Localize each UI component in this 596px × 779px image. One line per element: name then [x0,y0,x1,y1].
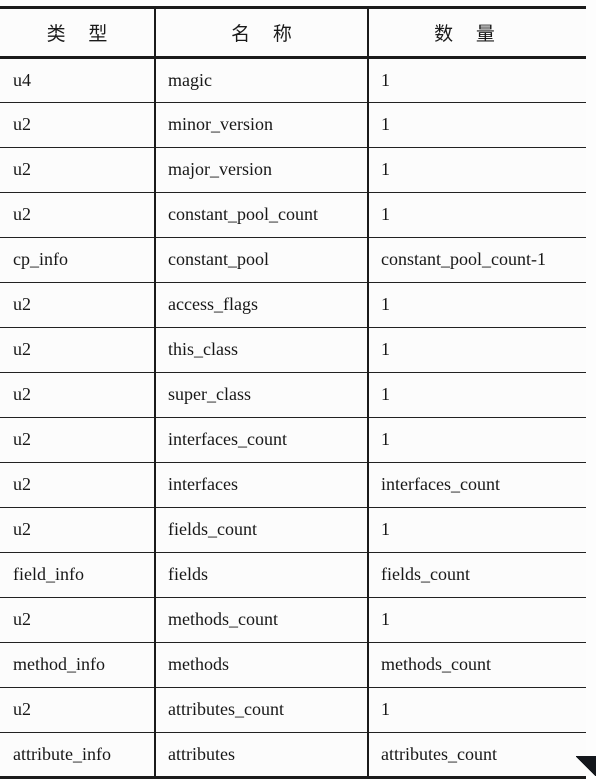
column-header-quantity: 数 量 [368,6,586,59]
cell-type: u4 [0,57,156,103]
table-row: u2 interfaces_count 1 [0,417,586,463]
table-row: u2 fields_count 1 [0,507,586,553]
cell-quantity: 1 [368,327,586,373]
cell-type: field_info [0,552,156,598]
cell-name: constant_pool_count [155,192,369,238]
table-row: u2 attributes_count 1 [0,687,586,733]
table-row: attribute_info attributes attributes_count [0,732,586,779]
cell-quantity: 1 [368,687,586,733]
cell-type: u2 [0,327,156,373]
cell-name: attributes [155,732,369,779]
cell-type: attribute_info [0,732,156,779]
cell-type: u2 [0,507,156,553]
table-row: field_info fields fields_count [0,552,586,598]
cell-type: u2 [0,417,156,463]
table-header: 类 型 名 称 数 量 [0,6,586,59]
cell-quantity: interfaces_count [368,462,586,508]
cell-name: this_class [155,327,369,373]
table-body: u4 magic 1 u2 minor_version 1 u2 major_version 1… [0,57,586,779]
cell-type: u2 [0,597,156,643]
scanned-page: 类 型 名 称 数 量 u4 magic 1 u2 minor_version 1 u2 ma… [0,0,596,779]
table-row: u2 super_class 1 [0,372,586,418]
cell-type: u2 [0,372,156,418]
table-row: u2 constant_pool_count 1 [0,192,586,238]
cell-type: u2 [0,687,156,733]
cell-quantity: constant_pool_count-1 [368,237,586,283]
cell-quantity: attributes_count [368,732,586,779]
table-row: u2 this_class 1 [0,327,586,373]
cell-quantity: 1 [368,507,586,553]
cell-name: major_version [155,147,369,193]
cell-name: interfaces_count [155,417,369,463]
cell-name: methods [155,642,369,688]
column-header-type: 类 型 [0,6,156,59]
cell-quantity: 1 [368,282,586,328]
column-header-name: 名 称 [155,6,369,59]
cell-quantity: methods_count [368,642,586,688]
class-file-structure-table: 类 型 名 称 数 量 u4 magic 1 u2 minor_version 1 u2 ma… [0,6,586,779]
table-row: u4 magic 1 [0,57,586,103]
cell-type: u2 [0,102,156,148]
cell-name: super_class [155,372,369,418]
cell-quantity: 1 [368,102,586,148]
cell-name: attributes_count [155,687,369,733]
table-row: method_info methods methods_count [0,642,586,688]
cell-name: interfaces [155,462,369,508]
cell-type: method_info [0,642,156,688]
cell-quantity: 1 [368,372,586,418]
cell-name: access_flags [155,282,369,328]
table-row: u2 methods_count 1 [0,597,586,643]
table-row: u2 interfaces interfaces_count [0,462,586,508]
table-row: cp_info constant_pool constant_pool_count-… [0,237,586,283]
cell-name: fields_count [155,507,369,553]
cell-quantity: 1 [368,192,586,238]
cell-type: u2 [0,282,156,328]
cell-name: methods_count [155,597,369,643]
cell-name: minor_version [155,102,369,148]
table-row: u2 minor_version 1 [0,102,586,148]
cell-quantity: 1 [368,57,586,103]
cell-quantity: fields_count [368,552,586,598]
table-row: u2 access_flags 1 [0,282,586,328]
table-row: u2 major_version 1 [0,147,586,193]
cell-quantity: 1 [368,597,586,643]
cell-quantity: 1 [368,147,586,193]
cell-type: u2 [0,147,156,193]
cell-type: u2 [0,192,156,238]
cell-name: constant_pool [155,237,369,283]
cell-name: fields [155,552,369,598]
header-row: 类 型 名 称 数 量 [0,6,586,59]
cell-name: magic [155,57,369,103]
cell-type: u2 [0,462,156,508]
cell-type: cp_info [0,237,156,283]
cell-quantity: 1 [368,417,586,463]
